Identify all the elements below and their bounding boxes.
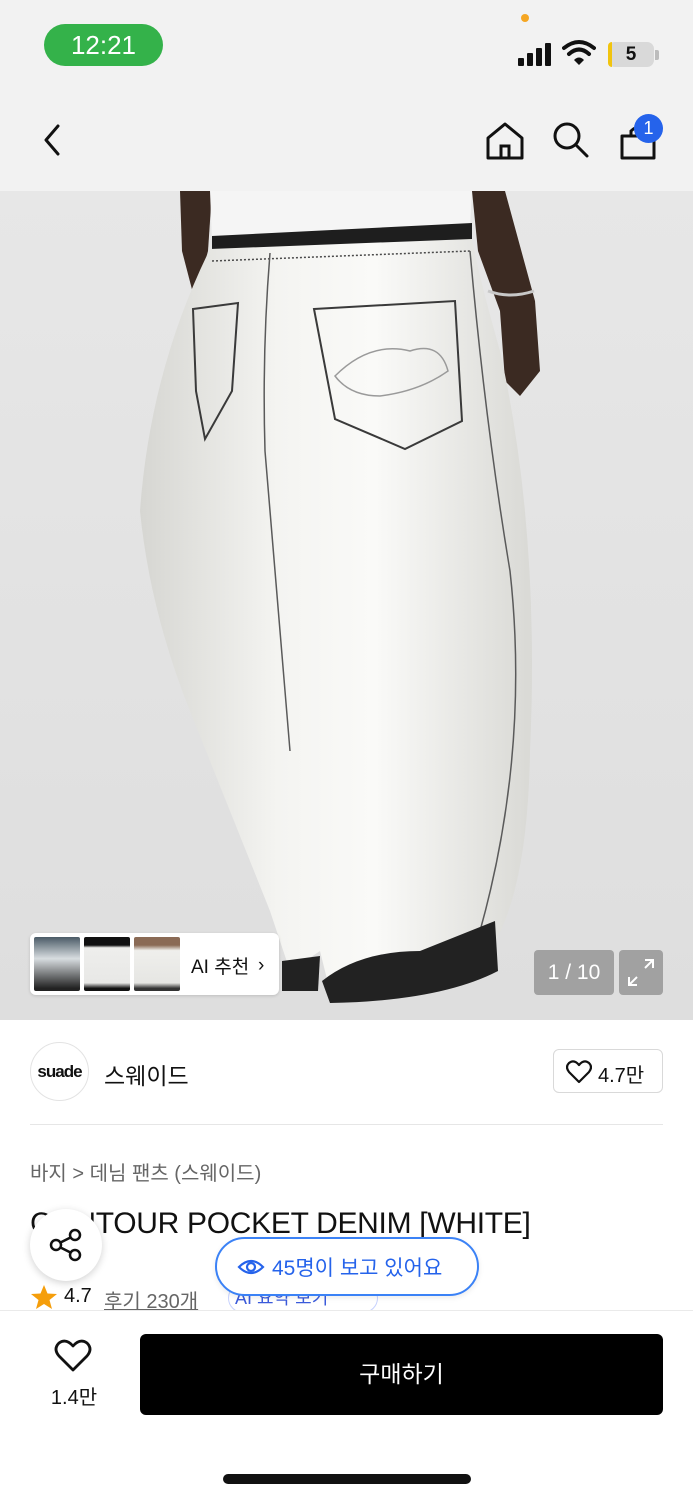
share-icon (49, 1228, 82, 1262)
review-count-link[interactable]: 후기 230개 (104, 1285, 198, 1311)
product-image-gallery[interactable] (0, 191, 693, 1020)
battery-icon: 5 (608, 42, 654, 67)
divider (30, 1124, 663, 1125)
image-counter: 1 / 10 (534, 950, 614, 995)
expand-button[interactable] (619, 950, 663, 995)
ai-recommend-label[interactable]: AI 추천 (191, 952, 249, 979)
rating-value: 4.7 (64, 1285, 92, 1307)
brand-logo[interactable]: suade (30, 1042, 89, 1101)
share-button[interactable] (30, 1209, 102, 1281)
battery-level-text: 5 (625, 44, 637, 65)
back-icon[interactable] (38, 120, 68, 160)
product-title: CONTOUR POCKET DENIM [WHITE] (30, 1207, 531, 1240)
home-indicator (223, 1474, 471, 1484)
cart-count-badge: 1 (634, 114, 663, 143)
star-icon (31, 1285, 57, 1309)
wifi-icon (562, 40, 596, 65)
eye-icon (237, 1259, 265, 1275)
breadcrumb[interactable]: 바지 > 데님 팬츠 (스웨이드) (30, 1157, 261, 1186)
viewers-count-text: 45명이 보고 있어요 (272, 1257, 443, 1280)
product-thumb-1[interactable] (34, 937, 80, 991)
product-detail-page: 12:21 5 1 AI 추천 › 1 / 10 suade 스웨이드 4.7만… (0, 0, 693, 1500)
status-bar: 12:21 5 (0, 0, 693, 90)
brand-name[interactable]: 스웨이드 (104, 1057, 189, 1091)
wishlist-count: 1.4만 (50, 1387, 98, 1409)
battery-tip (655, 50, 659, 60)
status-time: 12:21 (44, 24, 163, 66)
signal-icon (518, 42, 554, 66)
heart-icon (566, 1060, 592, 1084)
search-icon[interactable] (551, 120, 591, 160)
wishlist-heart-icon[interactable] (54, 1339, 92, 1373)
buy-button[interactable]: 구매하기 (140, 1334, 663, 1415)
brand-like-count: 4.7만 (598, 1065, 645, 1087)
product-thumb-3[interactable] (134, 937, 180, 991)
battery-level-fill (608, 42, 612, 67)
top-nav-bar (0, 90, 693, 191)
home-icon[interactable] (484, 120, 526, 162)
privacy-indicator-dot (521, 14, 529, 22)
product-thumb-2[interactable] (84, 937, 130, 991)
expand-icon (628, 959, 654, 986)
product-photo-white-denim (140, 191, 540, 1003)
chevron-right-icon: › (258, 955, 265, 976)
